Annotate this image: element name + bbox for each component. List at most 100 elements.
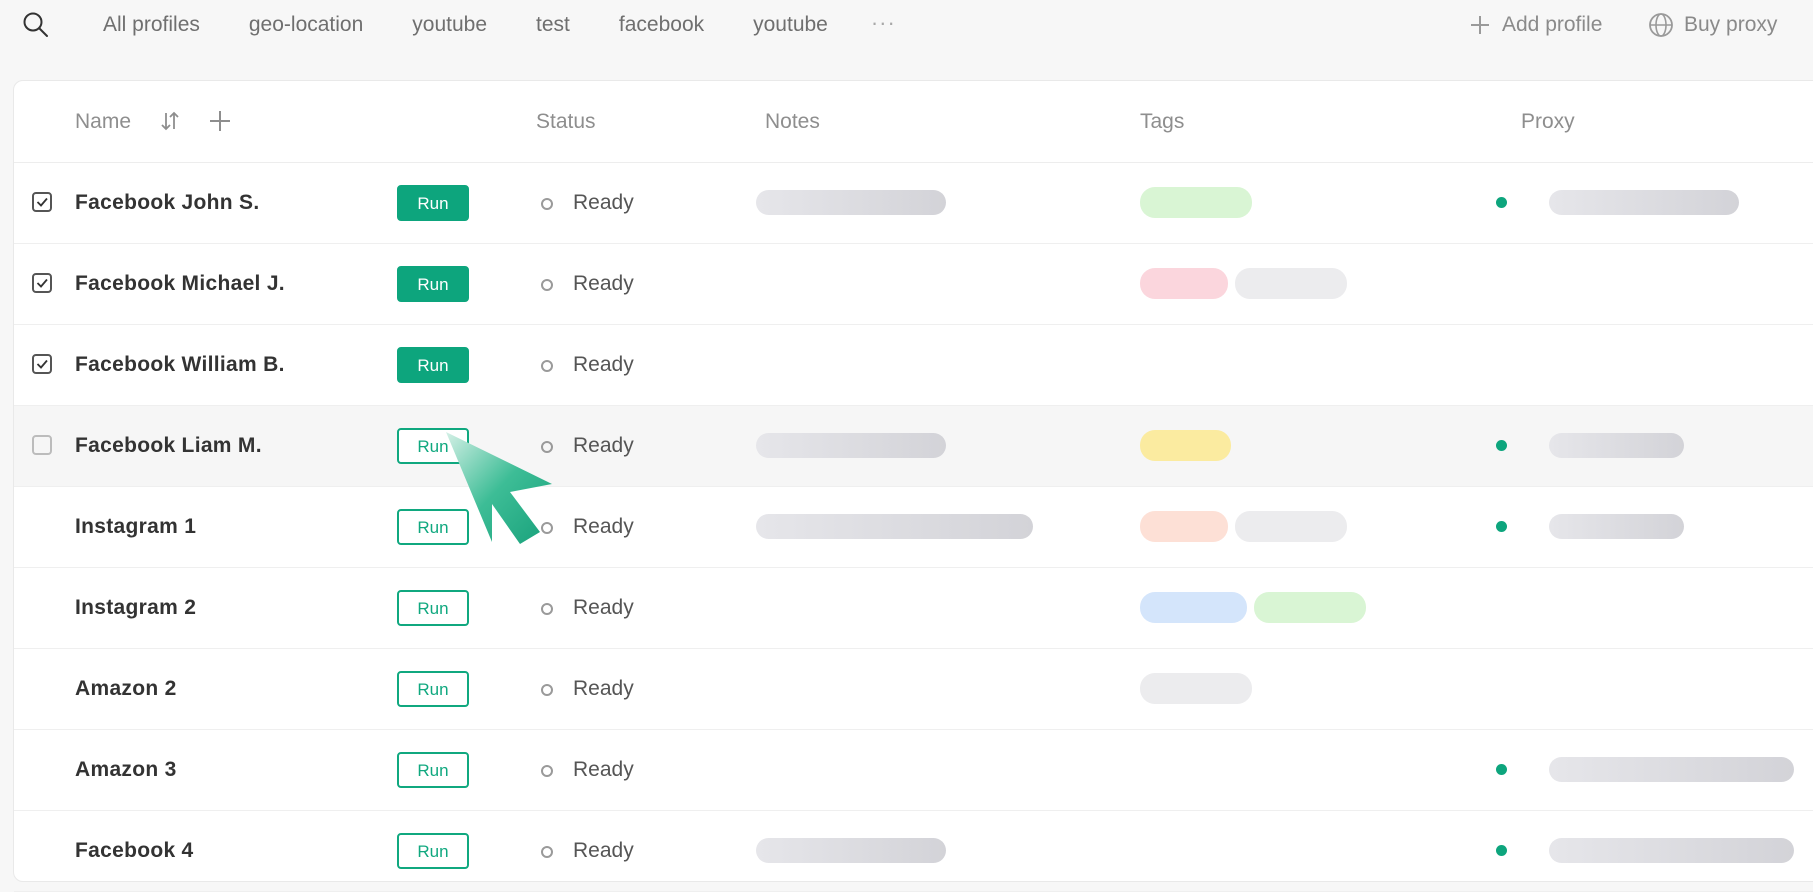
table-row[interactable]: Instagram 1 Run Ready [14,487,1813,568]
column-header-notes[interactable]: Notes [765,81,820,162]
top-bar: All profiles geo-location youtube test f… [0,0,1813,50]
status-circle-icon [541,603,553,615]
tag-pill[interactable] [1140,592,1247,623]
run-button[interactable]: Run [397,509,469,545]
profile-name[interactable]: Facebook William B. [75,325,285,405]
profile-name[interactable]: Amazon 3 [75,730,177,810]
notes-placeholder[interactable] [756,190,946,215]
column-header-proxy[interactable]: Proxy [1521,81,1575,162]
run-button[interactable]: Run [397,671,469,707]
more-tabs-icon[interactable]: ··· [859,3,908,47]
tag-pill[interactable] [1140,268,1228,299]
run-button[interactable]: Run [397,428,469,464]
tag-pill[interactable] [1140,511,1228,542]
status-label: Ready [573,596,634,619]
row-checkbox[interactable] [32,273,52,293]
checkmark-icon [36,197,48,207]
tab-geo-location[interactable]: geo-location [231,3,381,47]
tab-youtube-2[interactable]: youtube [735,3,846,47]
profile-name[interactable]: Instagram 1 [75,487,196,567]
profile-name[interactable]: Facebook Michael J. [75,244,285,324]
tab-youtube[interactable]: youtube [394,3,505,47]
buy-proxy-button[interactable]: Buy proxy [1648,8,1777,42]
run-button[interactable]: Run [397,590,469,626]
proxy-placeholder[interactable] [1549,757,1794,782]
profile-name[interactable]: Amazon 2 [75,649,177,729]
tag-pill[interactable] [1254,592,1366,623]
proxy-status-dot [1496,197,1507,208]
status-label: Ready [573,353,634,376]
table-row[interactable]: Facebook Michael J. Run Ready [14,244,1813,325]
profile-name[interactable]: Instagram 2 [75,568,196,648]
status-circle-icon [541,198,553,210]
table-header: Name Status Notes Tags Proxy [14,81,1813,163]
search-icon[interactable] [22,11,50,39]
proxy-placeholder[interactable] [1549,433,1684,458]
tab-facebook[interactable]: facebook [601,3,722,47]
proxy-status-dot [1496,764,1507,775]
status-label: Ready [573,191,634,214]
profiles-table: Name Status Notes Tags Proxy Facebook Jo… [13,80,1813,892]
status-circle-icon [541,522,553,534]
proxy-status-dot [1496,440,1507,451]
run-button[interactable]: Run [397,266,469,302]
run-button[interactable]: Run [397,752,469,788]
status-circle-icon [541,441,553,453]
checkmark-icon [36,278,48,288]
table-row[interactable]: Facebook John S. Run Ready [14,163,1813,244]
table-row[interactable]: Amazon 2 Run Ready [14,649,1813,730]
run-button[interactable]: Run [397,185,469,221]
tab-test[interactable]: test [518,3,588,47]
row-checkbox[interactable] [32,192,52,212]
row-checkbox[interactable] [32,435,52,455]
status-circle-icon [541,279,553,291]
add-profile-label: Add profile [1502,13,1603,36]
add-profile-button[interactable]: Add profile [1468,8,1602,42]
sort-icon[interactable] [159,110,181,132]
buy-proxy-label: Buy proxy [1684,13,1778,36]
tab-all-profiles[interactable]: All profiles [85,3,218,47]
status-label: Ready [573,272,634,295]
table-row[interactable]: Facebook Liam M. Run Ready [14,406,1813,487]
column-header-name[interactable]: Name [75,81,131,162]
run-button[interactable]: Run [397,347,469,383]
add-column-icon[interactable] [208,109,232,133]
status-label: Ready [573,515,634,538]
notes-placeholder[interactable] [756,838,946,863]
proxy-placeholder[interactable] [1549,514,1684,539]
row-checkbox[interactable] [32,354,52,374]
tag-pill[interactable] [1235,511,1347,542]
proxy-placeholder[interactable] [1549,838,1794,863]
column-header-status[interactable]: Status [536,81,596,162]
table-row[interactable]: Amazon 3 Run Ready [14,730,1813,811]
profile-name[interactable]: Facebook 4 [75,811,194,891]
profile-tabs: All profiles geo-location youtube test f… [85,3,908,47]
tag-pill[interactable] [1140,430,1231,461]
profile-name[interactable]: Facebook John S. [75,163,260,243]
status-label: Ready [573,434,634,457]
notes-placeholder[interactable] [756,514,1033,539]
status-circle-icon [541,765,553,777]
checkmark-icon [36,359,48,369]
table-row[interactable]: Facebook William B. Run Ready [14,325,1813,406]
tag-pill[interactable] [1140,187,1252,218]
table-row[interactable]: Instagram 2 Run Ready [14,568,1813,649]
globe-icon [1649,13,1673,37]
tag-pill[interactable] [1140,673,1252,704]
tag-pill[interactable] [1235,268,1347,299]
table-row[interactable]: Facebook 4 Run Ready [14,811,1813,892]
notes-placeholder[interactable] [756,433,946,458]
status-label: Ready [573,758,634,781]
proxy-status-dot [1496,845,1507,856]
status-circle-icon [541,846,553,858]
status-label: Ready [573,839,634,862]
plus-icon [1471,16,1489,34]
status-circle-icon [541,360,553,372]
proxy-status-dot [1496,521,1507,532]
run-button[interactable]: Run [397,833,469,869]
status-label: Ready [573,677,634,700]
profile-name[interactable]: Facebook Liam M. [75,406,262,486]
column-header-tags[interactable]: Tags [1140,81,1184,162]
status-circle-icon [541,684,553,696]
proxy-placeholder[interactable] [1549,190,1739,215]
